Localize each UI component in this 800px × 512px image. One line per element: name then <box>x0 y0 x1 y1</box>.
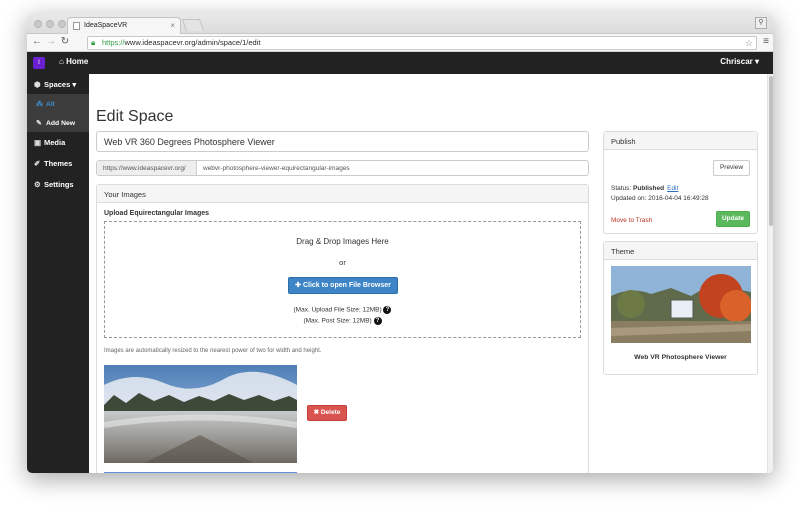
forward-arrow-icon[interactable]: → <box>45 36 57 47</box>
update-button[interactable]: Update <box>716 211 750 227</box>
bookmark-star-icon[interactable]: ☆ <box>745 37 753 49</box>
page-icon <box>73 22 80 30</box>
page-title: Edit Space <box>96 108 174 125</box>
scrollbar-thumb[interactable] <box>769 76 773 226</box>
theme-heading: Theme <box>604 242 757 260</box>
close-window-button[interactable] <box>34 20 42 28</box>
sidebar-item-settings[interactable]: ⚙ Settings <box>27 174 89 195</box>
ideaspace-logo[interactable]: I <box>33 57 45 69</box>
home-label: Home <box>66 57 89 66</box>
close-tab-icon[interactable]: × <box>170 21 175 30</box>
url-path: www.ideaspacevr.org/admin/space/1/edit <box>124 38 261 47</box>
home-icon: ⌂ <box>59 57 67 66</box>
updated-value: 2016-04-04 16:49:28 <box>648 195 709 202</box>
updated-label: Updated on: <box>611 195 647 202</box>
lock-icon: 🔒︎ <box>91 38 96 47</box>
home-link[interactable]: ⌂ Home <box>59 57 88 66</box>
delete-image-button[interactable]: ✖ Delete <box>307 405 347 421</box>
gears-icon: ⚙ <box>34 180 41 189</box>
edit-status-link[interactable]: Edit <box>667 185 678 192</box>
sidebar: ⬢ Spaces ▾ ⁂ All ✎ Add New ▣ Media ✐ Themes ⚙… <box>27 74 89 473</box>
user-menu[interactable]: Chriscar ▾ <box>720 57 759 66</box>
upload-label: Upload Equirectangular Images <box>104 210 210 217</box>
theme-panel: Theme Web VR Photosphere Viewer <box>603 241 758 375</box>
sidebar-item-add-new[interactable]: ✎ Add New <box>27 113 89 132</box>
move-to-trash-link[interactable]: Move to Trash <box>611 217 652 224</box>
drop-text: Drag & Drop Images Here <box>296 237 389 246</box>
sidebar-item-label: Add New <box>46 120 76 127</box>
equirectangular-image-thumbnail <box>104 472 297 473</box>
preview-button[interactable]: Preview <box>713 160 750 176</box>
browser-menu-icon[interactable]: ≡ <box>763 36 769 47</box>
publish-status: Status: Published Edit Updated on: 2016-0… <box>611 184 709 204</box>
status-value: Published <box>633 185 665 192</box>
slug-prefix: https://www.ideaspacevr.org/ <box>97 161 197 175</box>
images-panel-heading: Your Images <box>97 185 588 203</box>
page-scrollbar[interactable] <box>767 74 773 473</box>
pencil-icon: ✎ <box>36 120 42 127</box>
browser-tab[interactable]: IdeaSpaceVR × <box>67 17 181 34</box>
or-text: or <box>339 258 346 267</box>
publish-panel: Publish Preview Status: Published Edit Up… <box>603 131 758 234</box>
help-icon[interactable]: ? <box>373 317 382 325</box>
sidebar-item-label: Settings <box>44 180 74 189</box>
slug-field: https://www.ideaspacevr.org/ webvr-photo… <box>96 160 589 176</box>
profile-icon[interactable]: ⚲ <box>755 17 767 29</box>
max-upload-text: (Max. Upload File Size: 12MB) ? <box>105 306 580 314</box>
new-tab-button[interactable] <box>181 19 205 31</box>
theme-preview-image[interactable] <box>611 266 751 343</box>
image-icon: ▣ <box>34 138 42 147</box>
tab-strip: IdeaSpaceVR × ⚲ <box>27 13 773 34</box>
reload-icon[interactable]: ↻ <box>59 36 71 47</box>
browser-window: IdeaSpaceVR × ⚲ ← → ↻ 🔒︎ https://www.ide… <box>27 13 773 473</box>
theme-name: Web VR Photosphere Viewer <box>634 354 727 361</box>
equirectangular-image-thumbnail <box>104 365 297 463</box>
cube-icon: ⬢ <box>34 80 41 89</box>
sidebar-item-label: All <box>46 101 55 108</box>
image-dropzone[interactable]: Drag & Drop Images Here or ✚ Click to op… <box>104 221 581 338</box>
help-icon[interactable]: ? <box>383 306 392 314</box>
main-content: Edit Space Web VR 360 Degrees Photospher… <box>89 74 773 473</box>
space-title-input[interactable]: Web VR 360 Degrees Photosphere Viewer <box>96 131 589 152</box>
resize-note: Images are automatically resized to the … <box>104 348 322 354</box>
max-post-label: (Max. Post Size: 12MB) <box>303 317 372 325</box>
brush-icon: ✐ <box>34 159 41 168</box>
back-arrow-icon[interactable]: ← <box>31 36 43 47</box>
images-panel: Your Images Upload Equirectangular Image… <box>96 184 589 473</box>
top-navbar: I ⌂ Home Chriscar ▾ <box>27 52 773 74</box>
url-scheme: https:// <box>102 38 125 47</box>
max-upload-label: (Max. Upload File Size: 12MB) <box>293 306 382 314</box>
zoom-window-button[interactable] <box>58 20 66 28</box>
cubes-icon: ⁂ <box>36 101 43 108</box>
slug-input[interactable]: webvr-photosphere-viewer-equirectangular… <box>203 165 350 172</box>
open-file-browser-button[interactable]: ✚ Click to open File Browser <box>288 277 398 294</box>
sidebar-item-label: Spaces ▾ <box>44 80 77 89</box>
minimize-window-button[interactable] <box>46 20 54 28</box>
publish-heading: Publish <box>604 132 757 150</box>
app: I ⌂ Home Chriscar ▾ ⬢ Spaces ▾ ⁂ All ✎ Add … <box>27 52 773 473</box>
browser-toolbar: ← → ↻ 🔒︎ https://www.ideaspacevr.org/adm… <box>27 34 773 52</box>
sidebar-item-label: Themes <box>44 159 73 168</box>
max-post-text: (Max. Post Size: 12MB) ? <box>105 317 580 325</box>
sidebar-item-all[interactable]: ⁂ All <box>27 94 89 113</box>
sidebar-item-label: Media <box>44 138 66 147</box>
sidebar-item-spaces[interactable]: ⬢ Spaces ▾ <box>27 74 89 94</box>
sidebar-item-themes[interactable]: ✐ Themes <box>27 153 89 174</box>
sidebar-item-media[interactable]: ▣ Media <box>27 132 89 153</box>
address-bar[interactable]: 🔒︎ https://www.ideaspacevr.org/admin/spa… <box>87 36 757 50</box>
status-label: Status: <box>611 185 632 192</box>
tab-title: IdeaSpaceVR <box>84 22 128 29</box>
